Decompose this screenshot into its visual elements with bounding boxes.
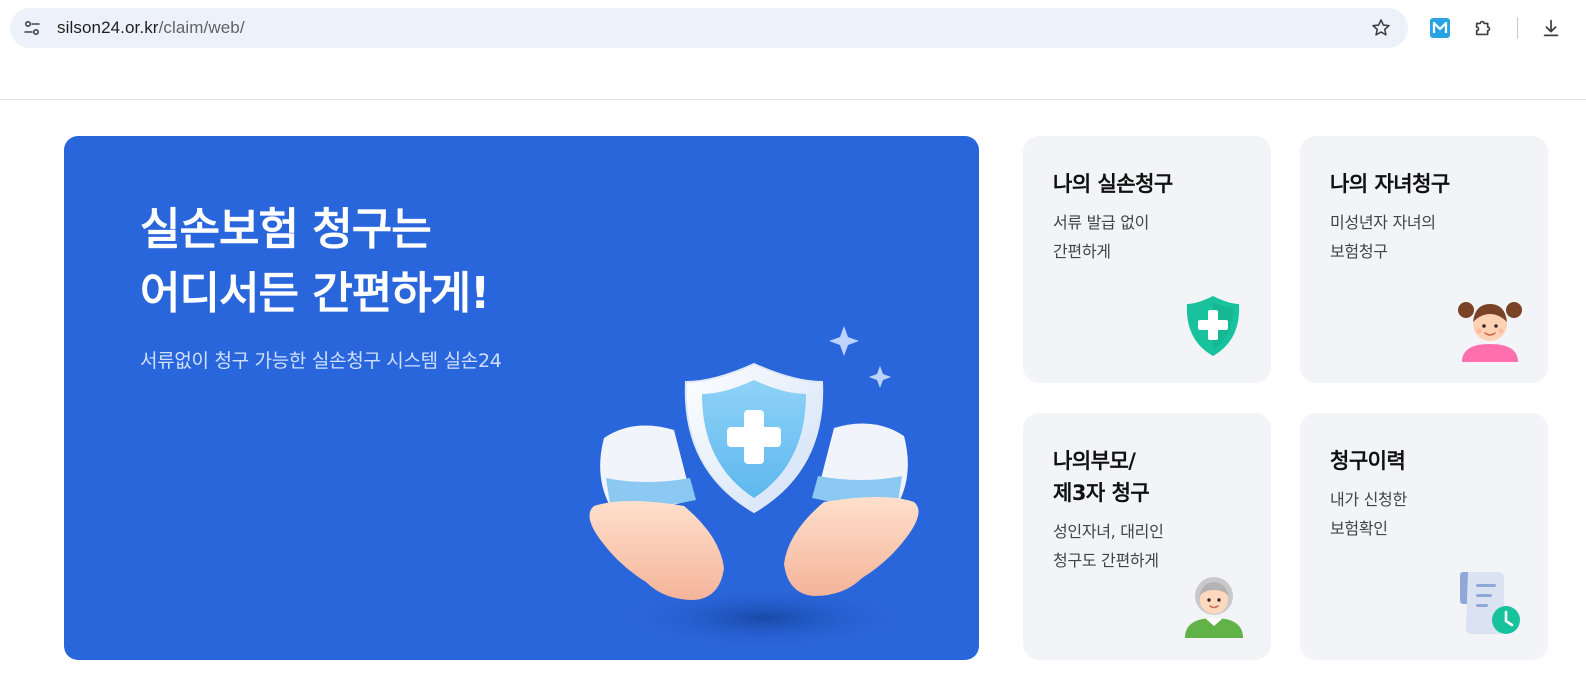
card-parent-third-party-claim[interactable]: 나의부모/ 제3자 청구 성인자녀, 대리인 청구도 간편하게 [1023,413,1271,660]
card-title: 나의 자녀청구 [1330,172,1450,196]
child-avatar-icon [1458,302,1522,362]
browser-toolbar: silson24.or.kr/claim/web/ [0,0,1586,58]
card-description: 내가 신청한 보험확인 [1330,485,1407,543]
card-my-claim[interactable]: 나의 실손청구 서류 발급 없이 간편하게 [1023,136,1271,383]
hero-title-line1: 실손보험 청구는 [140,204,432,255]
extensions-puzzle-icon[interactable] [1470,14,1498,42]
site-info-icon[interactable] [20,16,44,40]
hero-subtitle: 서류없이 청구 가능한 실손청구 시스템 실손24 [140,350,502,372]
bookmark-star-icon[interactable] [1370,17,1392,39]
url-text[interactable]: silson24.or.kr/claim/web/ [57,18,245,38]
card-child-claim[interactable]: 나의 자녀청구 미성년자 자녀의 보험청구 [1300,136,1548,383]
toolbar-divider [1517,17,1518,39]
address-bar[interactable]: silson24.or.kr/claim/web/ [10,8,1408,48]
card-description: 미성년자 자녀의 보험청구 [1330,208,1436,266]
card-desc-line2: 청구도 간편하게 [1053,551,1159,570]
insurance-hands-shield-illustration [589,326,919,652]
card-claim-history[interactable]: 청구이력 내가 신청한 보험확인 [1300,413,1548,660]
hero-title: 실손보험 청구는 어디서든 간편하게! [140,198,490,326]
card-desc-line2: 보험청구 [1330,242,1388,261]
card-title: 나의부모/ 제3자 청구 [1053,445,1150,509]
card-title: 나의 실손청구 [1053,172,1173,196]
card-desc-line1: 미성년자 자녀의 [1330,213,1436,232]
download-icon[interactable] [1537,14,1565,42]
elderly-avatar-icon [1185,577,1243,638]
card-title-line1: 나의부모/ [1053,449,1136,473]
card-title-line2: 제3자 청구 [1053,481,1150,505]
url-path: /claim/web/ [158,18,245,37]
header-divider [0,99,1586,100]
hero-banner[interactable]: 실손보험 청구는 어디서든 간편하게! 서류없이 청구 가능한 실손청구 시스템… [64,136,979,660]
hero-title-line2: 어디서든 간편하게! [140,268,490,319]
card-desc-line2: 간편하게 [1053,242,1111,261]
document-clock-icon [1460,572,1520,634]
url-host: silson24.or.kr [57,18,159,37]
card-description: 서류 발급 없이 간편하게 [1053,208,1149,266]
card-description: 성인자녀, 대리인 청구도 간편하게 [1053,517,1164,575]
card-desc-line1: 내가 신청한 [1330,490,1407,509]
card-desc-line1: 성인자녀, 대리인 [1053,522,1164,541]
card-desc-line2: 보험확인 [1330,519,1388,538]
extension-m-icon[interactable] [1426,14,1454,42]
medical-shield-icon [1186,296,1240,356]
card-title: 청구이력 [1330,449,1406,473]
card-desc-line1: 서류 발급 없이 [1053,213,1150,232]
